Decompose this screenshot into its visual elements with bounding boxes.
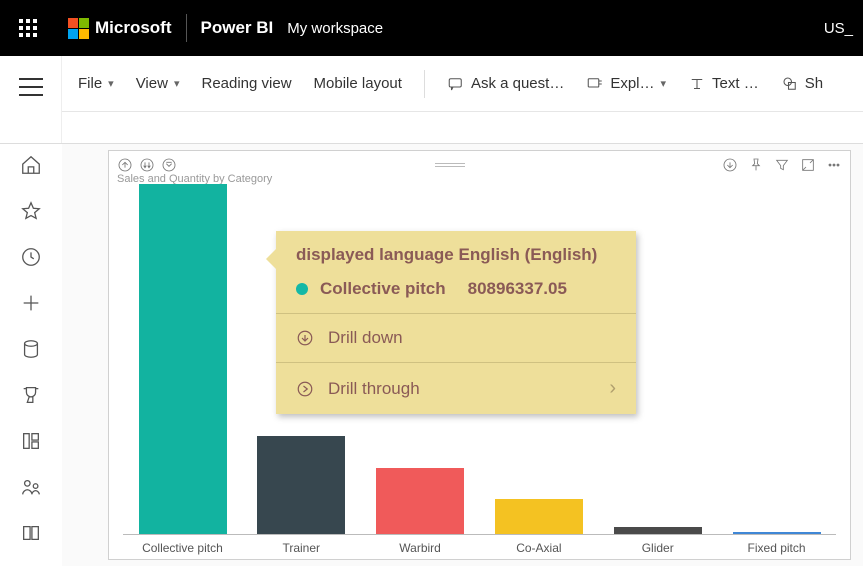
chart-visual[interactable]: Sales and Quantity by Category Collectiv… [108,150,851,560]
topbar: Microsoft Power BI My workspace US_ [0,0,863,56]
drill-down-all-icon[interactable] [139,157,155,173]
drill-through-label: Drill through [328,379,420,399]
tooltip-header: displayed language English (English) [276,231,636,275]
chat-icon [447,75,465,93]
chevron-right-icon: › [609,377,616,400]
rail-goals-icon[interactable] [20,384,42,406]
ribbon: File ▾ View ▾ Reading view Mobile layout… [62,56,863,112]
focus-icon[interactable] [800,157,816,173]
bar[interactable] [139,184,227,534]
bar[interactable] [376,468,464,535]
user-label[interactable]: US_ [824,20,855,37]
rail-learn-icon[interactable] [20,522,42,544]
file-menu[interactable]: File ▾ [78,75,114,92]
left-rail [0,144,62,566]
bar[interactable] [495,499,583,534]
shapes-icon [781,75,799,93]
reading-view-button[interactable]: Reading view [201,75,291,92]
filter-icon[interactable] [774,157,790,173]
expand-next-level-icon[interactable] [161,157,177,173]
rail-recent-icon[interactable] [20,246,42,268]
microsoft-logo: Microsoft [68,18,172,39]
file-label: File [78,75,102,92]
mobile-layout-button[interactable]: Mobile layout [314,75,402,92]
mobile-label: Mobile layout [314,75,402,92]
tooltip-row: Collective pitch 80896337.05 [276,275,636,313]
rail-data-icon[interactable] [20,338,42,360]
x-tick-label: Fixed pitch [717,541,836,555]
drill-up-icon[interactable] [117,157,133,173]
qna-button[interactable]: Ask a quest… [447,75,564,93]
x-tick-label: Warbird [361,541,480,555]
x-tick-label: Collective pitch [123,541,242,555]
export-icon[interactable] [722,157,738,173]
company-name: Microsoft [95,18,172,38]
reading-view-label: Reading view [201,75,291,92]
microsoft-logo-icon [68,18,89,39]
qna-label: Ask a quest… [471,75,564,92]
shapes-label: Sh [805,75,823,92]
explore-label: Expl… [610,75,654,92]
series-color-dot [296,283,308,295]
tooltip-series-label: Collective pitch [320,279,446,299]
drill-down-action[interactable]: Drill down [276,314,636,362]
nav-toggle-icon[interactable] [19,78,43,96]
tooltip: displayed language English (English) Col… [276,231,636,414]
tooltip-value: 80896337.05 [468,279,567,299]
x-tick-label: Trainer [242,541,361,555]
x-tick-label: Co-Axial [479,541,598,555]
app-name: Power BI [201,18,274,38]
view-menu[interactable]: View ▾ [136,75,180,92]
separator [424,70,425,98]
bar[interactable] [614,527,702,534]
textbox-label: Text … [712,75,759,92]
explore-icon [586,75,604,93]
workspace-name[interactable]: My workspace [287,20,383,37]
drag-handle-icon[interactable] [435,162,465,168]
drill-through-action[interactable]: Drill through › [276,363,636,414]
view-label: View [136,75,168,92]
chevron-down-icon: ▾ [174,77,180,90]
rail-home-icon[interactable] [20,154,42,176]
bar[interactable] [257,436,345,534]
ribbon-wrap: File ▾ View ▾ Reading view Mobile layout… [0,56,863,144]
divider [186,14,187,42]
shapes-button[interactable]: Sh [781,75,823,93]
rail-create-icon[interactable] [20,292,42,314]
chevron-down-icon: ▾ [108,77,114,90]
more-icon[interactable] [826,157,842,173]
textbox-button[interactable]: Text … [688,75,759,93]
x-tick-label: Glider [598,541,717,555]
bar[interactable] [733,532,821,534]
rail-shared-icon[interactable] [20,476,42,498]
app-launcher-icon[interactable] [8,8,48,48]
explore-button[interactable]: Expl… ▾ [586,75,666,93]
rail-favorites-icon[interactable] [20,200,42,222]
chevron-down-icon: ▾ [661,77,667,90]
pin-icon[interactable] [748,157,764,173]
x-axis-labels: Collective pitchTrainerWarbirdCo-AxialGl… [123,541,836,555]
textbox-icon [688,75,706,93]
drill-down-label: Drill down [328,328,403,348]
rail-apps-icon[interactable] [20,430,42,452]
